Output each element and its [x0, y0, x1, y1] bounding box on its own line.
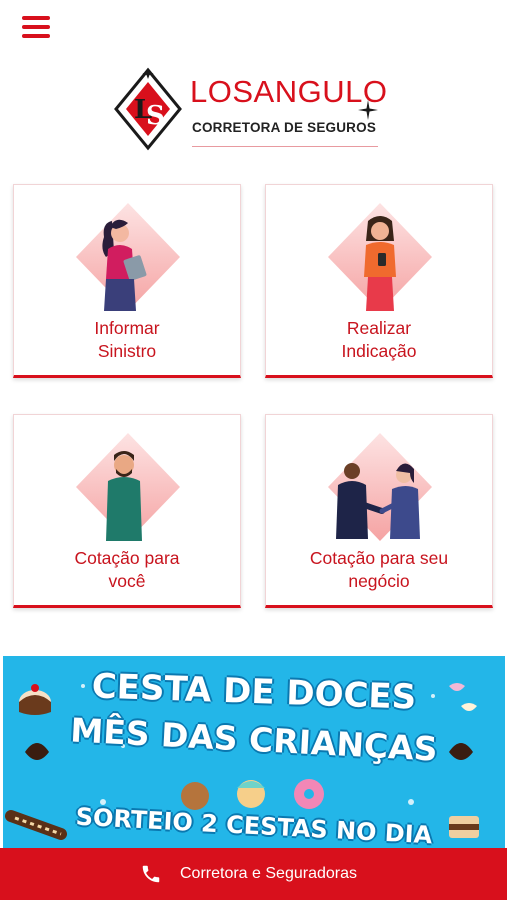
brand-diamond-mark-icon: L S [114, 67, 182, 151]
card-cotacao-para-voce[interactable]: Cotação para você [13, 414, 241, 608]
card-cotacao-para-seu-negocio[interactable]: Cotação para seu negócio [265, 414, 493, 608]
woman-with-clipboard-icon [76, 203, 180, 311]
brand-divider [192, 146, 378, 147]
card-informar-sinistro[interactable]: Informar Sinistro [13, 184, 241, 378]
brand-subtitle: CORRETORA DE SEGUROS [192, 120, 377, 135]
card-label: Realizar Indicação [341, 318, 417, 361]
phone-icon [142, 865, 160, 883]
contact-bar-button[interactable]: Corretora e Seguradoras [0, 848, 507, 900]
woman-with-phone-icon [328, 203, 432, 311]
bearded-man-icon [76, 433, 180, 541]
sparkle-icon [358, 100, 378, 120]
card-realizar-indicacao[interactable]: Realizar Indicação [265, 184, 493, 378]
hamburger-menu-icon[interactable] [22, 16, 50, 42]
contact-bar-label: Corretora e Seguradoras [180, 865, 357, 882]
promo-banner[interactable]: CESTA DE DOCES MÊS DAS CRIANÇAS SORTEIO … [3, 656, 505, 852]
card-label: Cotação para seu negócio [309, 548, 449, 591]
svg-text:S: S [146, 101, 165, 131]
card-label: Informar Sinistro [94, 318, 160, 361]
brand-logo: L S LOSANGULO CORRETORA DE SEGUROS [114, 66, 394, 158]
business-handshake-icon [328, 433, 432, 541]
card-label: Cotação para você [74, 548, 180, 591]
